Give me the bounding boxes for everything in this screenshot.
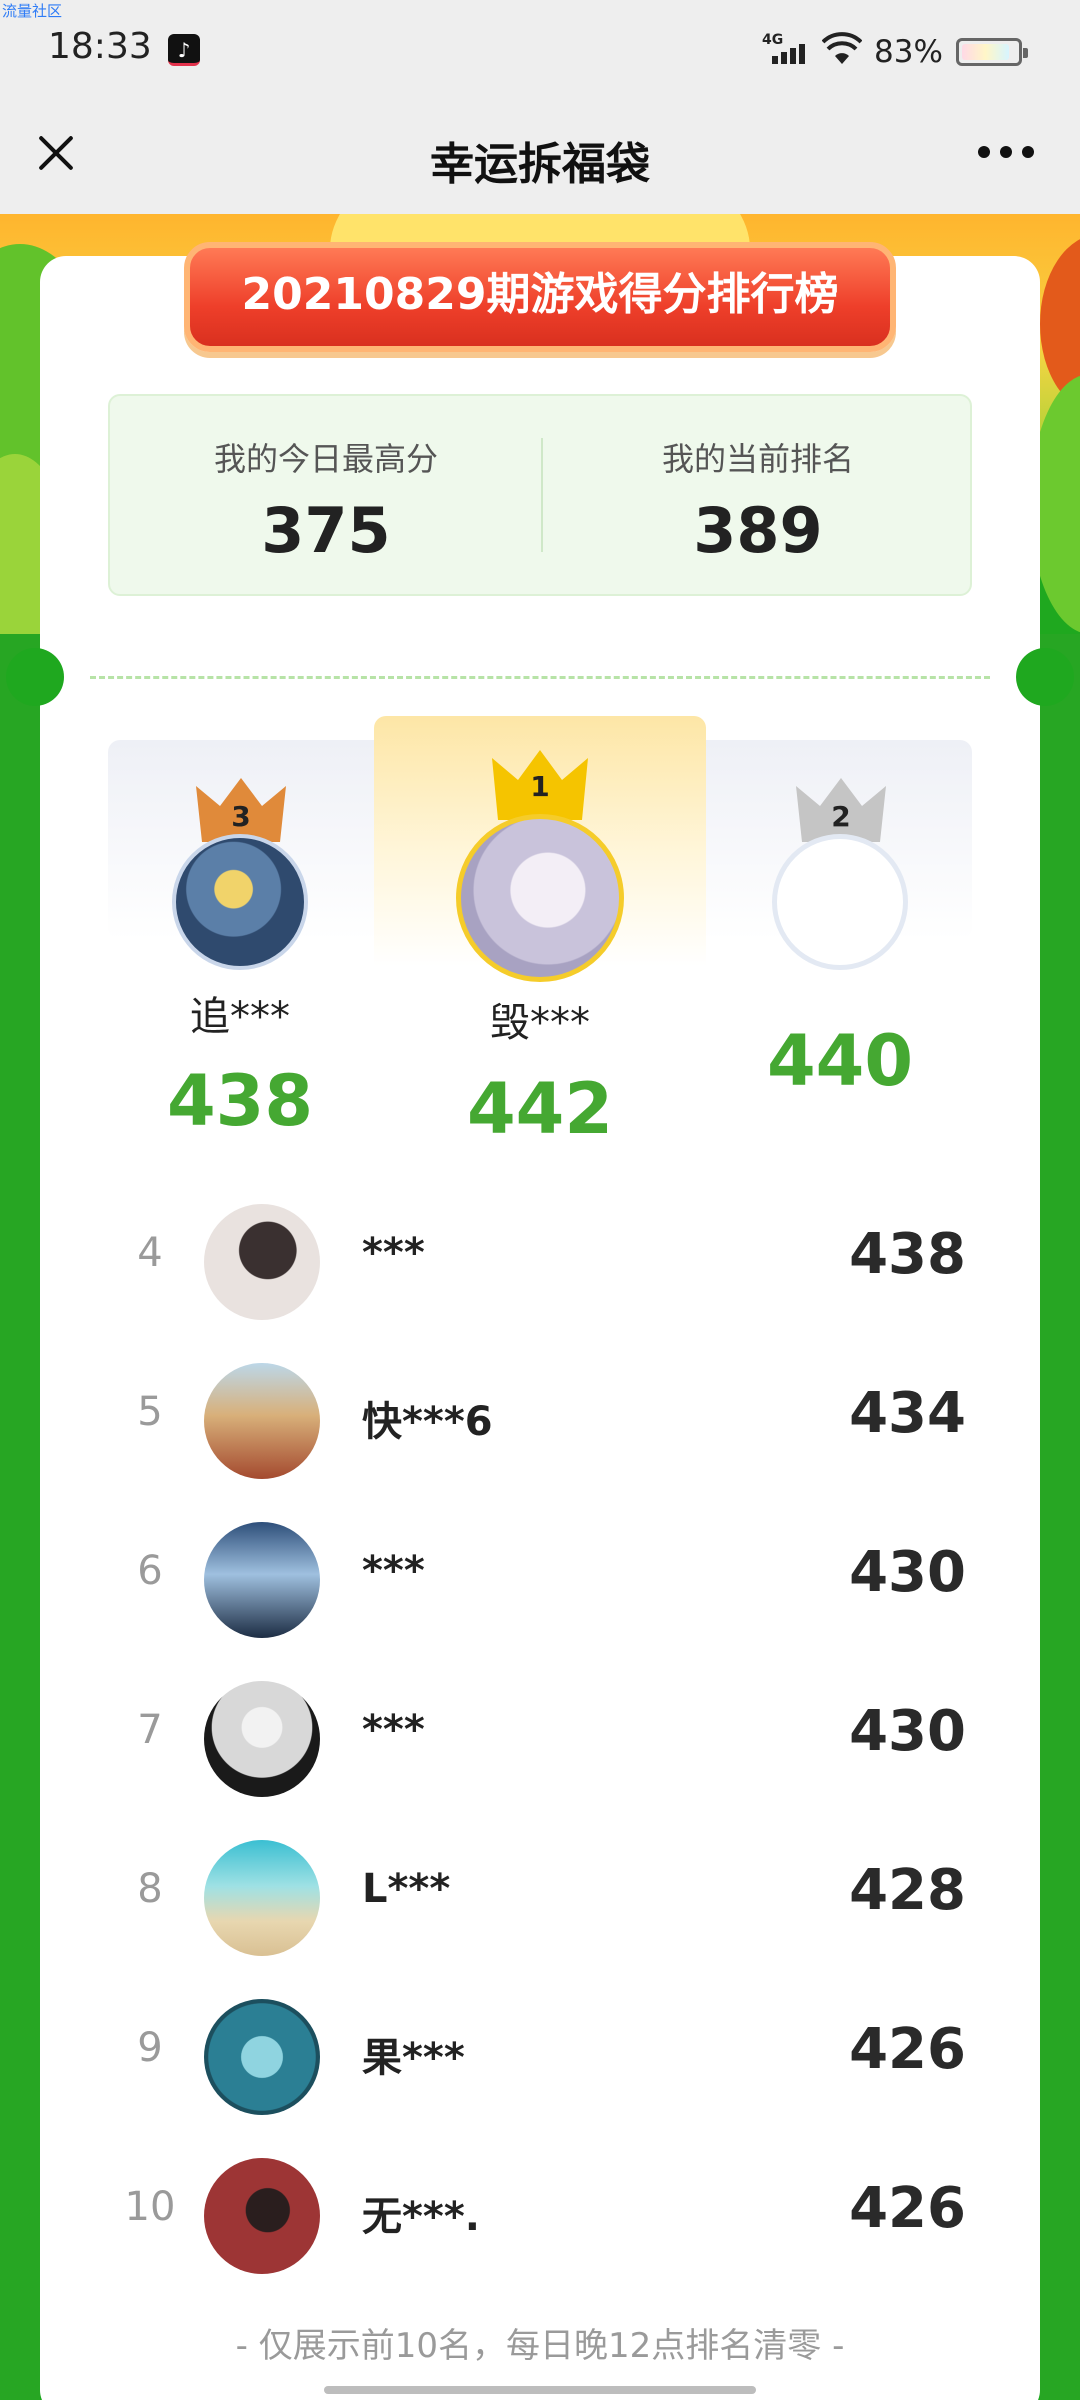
podium-third-name: 追***	[190, 994, 290, 1040]
row-avatar	[204, 1681, 320, 1797]
row-avatar	[204, 2158, 320, 2274]
row-name: L***	[362, 1866, 451, 1912]
row-rank: 7	[137, 1707, 163, 1753]
battery-percent: 83%	[874, 34, 943, 70]
wifi-icon	[822, 32, 862, 64]
network-type: 4G	[762, 32, 784, 48]
row-name: 无***.	[362, 2194, 480, 2240]
list-item[interactable]: 10 无***. 426	[40, 2140, 1040, 2290]
watermark-text: 流量社区	[2, 2, 63, 20]
row-score: 438	[849, 1222, 966, 1287]
leaderboard-footnote: - 仅展示前10名，每日晚12点排名清零 -	[235, 2326, 845, 2366]
row-rank: 6	[137, 1548, 163, 1594]
my-current-rank: 我的当前排名 389	[542, 396, 974, 596]
ticket-notch	[6, 648, 64, 706]
row-avatar	[204, 1999, 320, 2115]
my-best-score: 我的今日最高分 375	[110, 396, 542, 596]
status-time: 18:33	[48, 26, 152, 67]
row-score: 426	[849, 2017, 966, 2082]
my-best-label: 我的今日最高分	[213, 440, 438, 478]
section-divider	[90, 676, 990, 679]
row-name: ***	[362, 1548, 425, 1594]
podium-second-avatar	[772, 834, 908, 970]
row-score: 430	[849, 1699, 966, 1764]
podium-third-score: 438	[166, 1060, 314, 1142]
banner-title: 20210829期游戏得分排行榜	[241, 269, 839, 320]
list-item[interactable]: 6 *** 430	[40, 1504, 1040, 1654]
row-avatar	[204, 1840, 320, 1956]
status-bar: 流量社区 18:33 ♪ 4G 83%	[0, 0, 1080, 100]
home-indicator[interactable]	[324, 2386, 756, 2394]
list-item[interactable]: 7 *** 430	[40, 1663, 1040, 1813]
list-item[interactable]: 4 *** 438	[40, 1186, 1040, 1336]
list-item[interactable]: 9 果*** 426	[40, 1981, 1040, 2131]
cellular-signal-icon: 4G	[762, 32, 810, 66]
my-best-value: 375	[261, 494, 391, 567]
ticket-notch	[1016, 648, 1074, 706]
row-rank: 9	[137, 2025, 163, 2071]
my-rank-value: 389	[693, 494, 823, 567]
row-rank: 5	[137, 1389, 163, 1435]
row-avatar	[204, 1522, 320, 1638]
podium-second-score: 440	[766, 1020, 914, 1102]
page-title: 幸运拆福袋	[430, 139, 650, 190]
row-avatar	[204, 1204, 320, 1320]
row-name: 快***6	[362, 1399, 493, 1445]
list-item[interactable]: 5 快***6 434	[40, 1345, 1040, 1495]
row-score: 434	[849, 1381, 966, 1446]
podium-first-name: 毁***	[490, 1000, 590, 1046]
row-name: ***	[362, 1707, 425, 1753]
more-options-icon[interactable]	[978, 146, 1034, 160]
my-rank-label: 我的当前排名	[661, 440, 854, 478]
list-item[interactable]: 8 L*** 428	[40, 1822, 1040, 1972]
row-name: 果***	[362, 2035, 465, 2081]
podium-second-rank: 2	[831, 800, 851, 833]
tiktok-notification-icon: ♪	[168, 34, 200, 66]
battery-icon	[956, 38, 1028, 66]
row-avatar	[204, 1363, 320, 1479]
podium-third-rank: 3	[231, 800, 251, 833]
podium-third-avatar	[172, 834, 308, 970]
app-header: 幸运拆福袋	[0, 100, 1080, 214]
row-score: 426	[849, 2176, 966, 2241]
row-score: 428	[849, 1858, 966, 1923]
podium-first-score: 442	[466, 1068, 614, 1150]
podium-first-rank: 1	[530, 770, 550, 803]
leaderboard-banner: 20210829期游戏得分排行榜	[184, 242, 896, 352]
row-rank: 4	[137, 1230, 163, 1276]
row-name: ***	[362, 1230, 425, 1276]
row-score: 430	[849, 1540, 966, 1605]
podium-first-avatar	[456, 814, 624, 982]
row-rank: 10	[124, 2184, 176, 2230]
my-stats-panel: 我的今日最高分 375 我的当前排名 389	[108, 394, 972, 596]
row-rank: 8	[137, 1866, 163, 1912]
